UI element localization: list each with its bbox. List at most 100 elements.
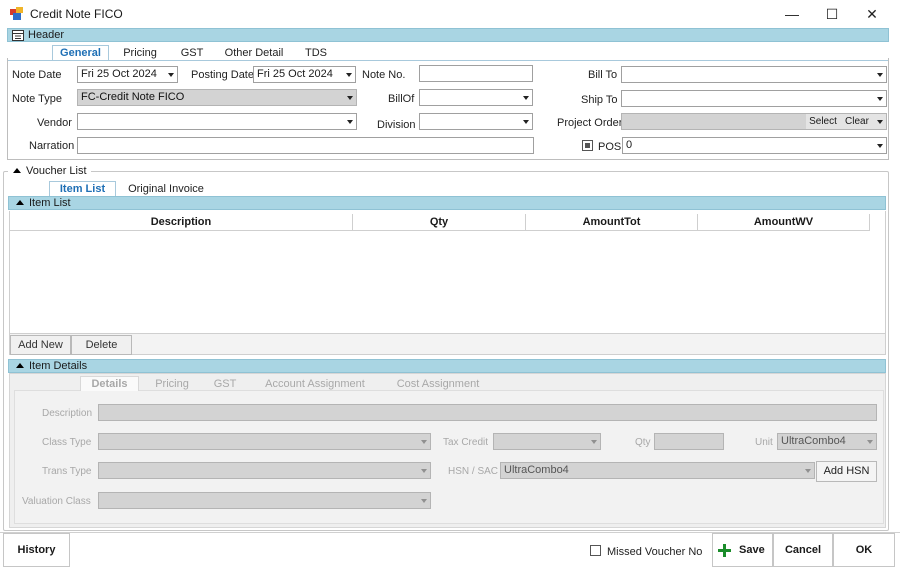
delete-button[interactable]: Delete (71, 335, 132, 355)
close-button[interactable]: ✕ (852, 2, 892, 26)
tab-other-detail[interactable]: Other Detail (220, 46, 288, 61)
cancel-button[interactable]: Cancel (773, 533, 833, 567)
hsn-sac-value: UltraCombo4 (504, 464, 569, 476)
posting-date-value: Fri 25 Oct 2024 (257, 68, 333, 80)
header-band[interactable]: Header (7, 28, 889, 42)
division-dropdown[interactable] (419, 113, 533, 130)
collapse-icon (13, 168, 21, 173)
description-label: Description (42, 408, 93, 419)
tab-cost-assignment[interactable]: Cost Assignment (390, 377, 486, 392)
project-order-clear-button[interactable]: Clear (840, 114, 874, 129)
header-band-label: Header (28, 29, 65, 41)
chevron-down-icon (346, 73, 352, 77)
bill-to-dropdown[interactable] (621, 66, 887, 83)
posting-date-label: Posting Date (191, 69, 254, 81)
missed-voucher-label: Missed Voucher No (607, 546, 703, 558)
narration-input[interactable] (77, 137, 534, 154)
ok-button[interactable]: OK (833, 533, 895, 567)
note-type-value: FC-Credit Note FICO (81, 91, 185, 103)
title-bar: Credit Note FICO — ☐ ✕ (0, 0, 900, 28)
class-type-dropdown[interactable] (98, 433, 431, 450)
column-header-amountwv[interactable]: AmountWV (698, 214, 870, 231)
item-list-band[interactable]: Item List (8, 196, 886, 210)
chevron-down-icon (168, 73, 174, 77)
save-label: Save (739, 544, 765, 556)
hsn-sac-dropdown[interactable]: UltraCombo4 (500, 462, 815, 479)
tab-pricing[interactable]: Pricing (115, 46, 165, 61)
chevron-down-icon (877, 120, 883, 124)
note-no-label: Note No. (362, 69, 406, 81)
ship-to-dropdown[interactable] (621, 90, 887, 107)
item-list-band-label: Item List (29, 197, 71, 209)
minimize-button[interactable]: — (772, 2, 812, 26)
note-date-label: Note Date (12, 69, 62, 81)
description-input[interactable] (98, 404, 877, 421)
column-header-amounttot[interactable]: AmountTot (526, 214, 698, 231)
tab-gst[interactable]: GST (172, 46, 212, 61)
history-button[interactable]: History (3, 533, 70, 567)
qty-input[interactable] (654, 433, 724, 450)
posting-date-picker[interactable]: Fri 25 Oct 2024 (253, 66, 356, 83)
chevron-down-icon (591, 440, 597, 444)
pos-dropdown[interactable]: 0 (622, 137, 887, 154)
item-details-band-label: Item Details (29, 360, 88, 372)
add-hsn-button[interactable]: Add HSN (816, 461, 877, 482)
pos-checkbox[interactable] (582, 140, 593, 151)
chevron-down-icon (421, 499, 427, 503)
ship-to-label: Ship To (581, 94, 618, 106)
chevron-down-icon (421, 469, 427, 473)
chevron-down-icon (877, 144, 883, 148)
tab-item-list[interactable]: Item List (49, 181, 116, 196)
qty-label: Qty (635, 437, 651, 448)
note-no-input[interactable] (419, 65, 533, 82)
tab-account-assignment[interactable]: Account Assignment (260, 377, 370, 392)
tax-credit-label: Tax Credit (443, 437, 489, 448)
item-action-bar (9, 333, 886, 355)
maximize-button[interactable]: ☐ (812, 2, 852, 26)
chevron-down-icon (523, 120, 529, 124)
tab-details[interactable]: Details (80, 376, 139, 391)
item-details-band[interactable]: Item Details (8, 359, 886, 373)
pos-value: 0 (626, 139, 633, 151)
chevron-down-icon (805, 469, 811, 473)
billof-dropdown[interactable] (419, 89, 533, 106)
trans-type-label: Trans Type (42, 466, 92, 477)
column-header-qty[interactable]: Qty (353, 214, 526, 231)
tax-credit-dropdown[interactable] (493, 433, 601, 450)
chevron-down-icon (877, 73, 883, 77)
chevron-down-icon (523, 96, 529, 100)
trans-type-dropdown[interactable] (98, 462, 431, 479)
voucher-list-label: Voucher List (26, 165, 87, 177)
project-order-label: Project Order (557, 117, 623, 129)
narration-label: Narration (29, 140, 75, 152)
valuation-class-label: Valuation Class (22, 496, 91, 507)
note-date-picker[interactable]: Fri 25 Oct 2024 (77, 66, 178, 83)
valuation-class-dropdown[interactable] (98, 492, 431, 509)
chevron-down-icon (421, 440, 427, 444)
unit-label: Unit (755, 437, 773, 448)
tab-original-invoice[interactable]: Original Invoice (124, 182, 208, 197)
grid-icon (12, 30, 24, 41)
unit-dropdown[interactable]: UltraCombo4 (777, 433, 877, 450)
save-button[interactable]: Save (712, 533, 773, 567)
tab-details-gst[interactable]: GST (206, 377, 244, 392)
missed-voucher-checkbox[interactable] (590, 545, 601, 556)
column-header-description[interactable]: Description (10, 214, 353, 231)
chevron-down-icon (347, 120, 353, 124)
class-type-label: Class Type (42, 437, 92, 448)
add-new-button[interactable]: Add New (10, 335, 71, 355)
bill-to-label: Bill To (588, 69, 618, 81)
vendor-dropdown[interactable] (77, 113, 357, 130)
project-order-dropdown-toggle[interactable] (874, 114, 886, 129)
tab-general[interactable]: General (52, 45, 109, 60)
tab-tds[interactable]: TDS (296, 46, 336, 61)
tab-strip-line (8, 60, 888, 61)
tab-details-pricing[interactable]: Pricing (147, 377, 197, 392)
checkbox-fill (585, 143, 590, 148)
billof-label: BillOf (388, 93, 415, 105)
voucher-list-header[interactable]: Voucher List (8, 164, 91, 178)
project-order-select-button[interactable]: Select (806, 114, 840, 129)
window-title: Credit Note FICO (30, 7, 123, 21)
note-type-dropdown[interactable]: FC-Credit Note FICO (77, 89, 357, 106)
chevron-down-icon (877, 97, 883, 101)
